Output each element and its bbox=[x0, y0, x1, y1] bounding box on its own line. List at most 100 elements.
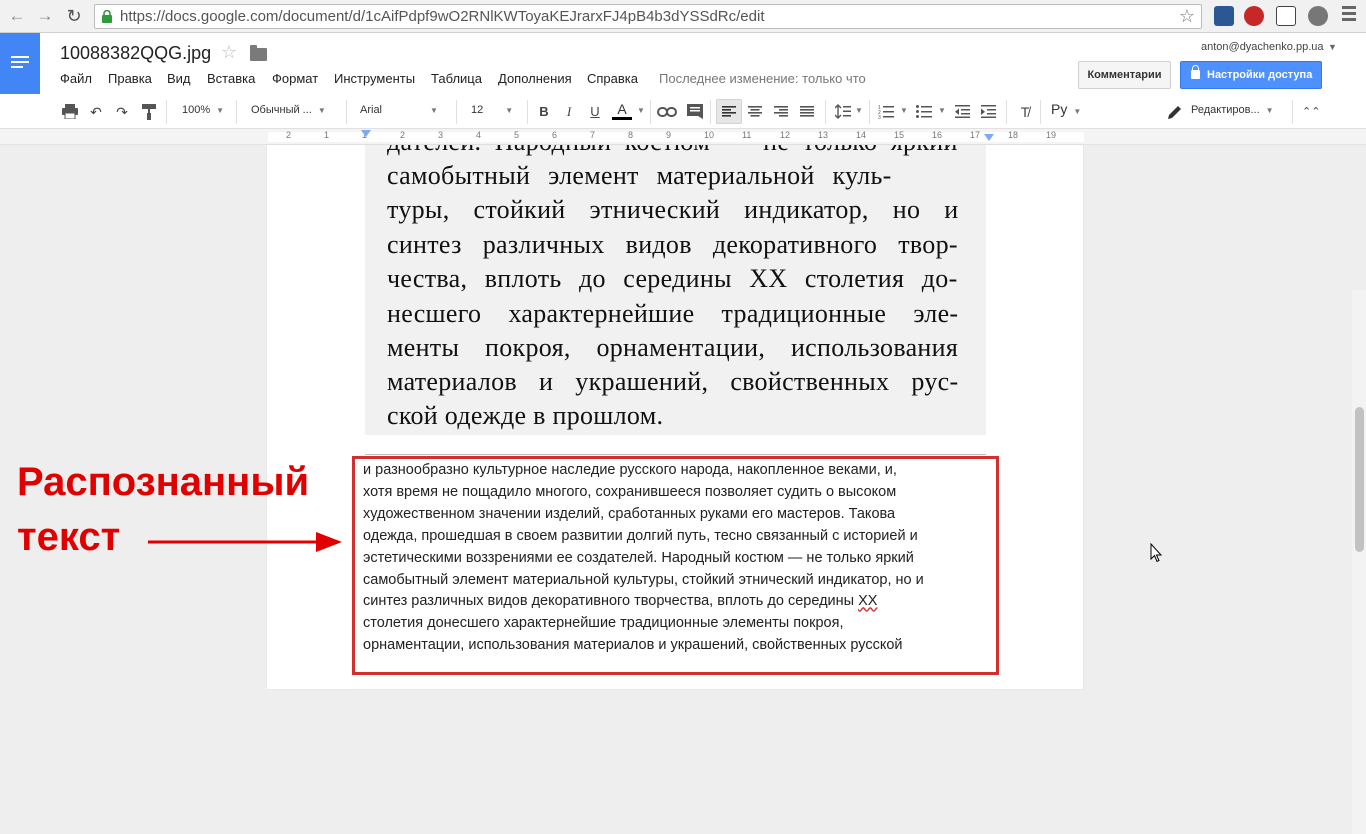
extension-notes-icon[interactable] bbox=[1276, 6, 1296, 26]
menu-addons[interactable]: Дополнения bbox=[498, 71, 572, 86]
ruler-number: 5 bbox=[514, 130, 520, 140]
menu-file[interactable]: Файл bbox=[60, 71, 92, 86]
ruler-number: 10 bbox=[704, 130, 715, 140]
style-select[interactable]: Обычный ... ▼ bbox=[251, 104, 326, 116]
reload-icon[interactable]: ↻ bbox=[63, 5, 85, 27]
scan-text-line: чества, вплоть до середины XX столетия д… bbox=[387, 264, 958, 293]
extension-translate-icon[interactable] bbox=[1214, 6, 1234, 26]
align-center-icon[interactable] bbox=[748, 106, 762, 117]
document-title[interactable]: 10088382QQG.jpg bbox=[60, 43, 211, 64]
ruler-number: 12 bbox=[780, 130, 791, 140]
chevron-down-icon[interactable]: ▼ bbox=[637, 106, 645, 115]
annotation-label: текст bbox=[17, 515, 121, 559]
extension-stop-icon[interactable] bbox=[1244, 6, 1264, 26]
chevron-down-icon[interactable]: ▼ bbox=[855, 106, 863, 115]
share-button[interactable]: Настройки доступа bbox=[1180, 61, 1322, 89]
text-color-button[interactable]: A bbox=[612, 102, 632, 120]
back-arrow-icon[interactable]: ← bbox=[6, 5, 28, 27]
font-size-select[interactable]: 12 ▼ bbox=[471, 104, 513, 116]
increase-indent-icon[interactable] bbox=[981, 105, 996, 118]
ruler-number: 16 bbox=[932, 130, 943, 140]
italic-button[interactable]: I bbox=[562, 102, 576, 122]
url-text: https://docs.google.com/document/d/1cAif… bbox=[120, 8, 765, 25]
browser-toolbar: ← → ↻ https://docs.google.com/document/d… bbox=[0, 0, 1366, 33]
decrease-indent-icon[interactable] bbox=[955, 105, 970, 118]
redo-icon[interactable]: ↷ bbox=[113, 102, 131, 122]
recognized-text-highlight bbox=[352, 456, 999, 675]
scrollbar[interactable] bbox=[1352, 290, 1366, 834]
comment-icon[interactable] bbox=[687, 104, 703, 119]
align-left-icon bbox=[722, 106, 736, 117]
menu-view[interactable]: Вид bbox=[167, 71, 191, 86]
undo-icon[interactable]: ↶ bbox=[87, 102, 105, 122]
ruler-number: 1 bbox=[324, 130, 330, 140]
scan-text-line: менты покроя, орнаментации, использовани… bbox=[387, 333, 959, 362]
underline-button[interactable]: U bbox=[588, 102, 602, 122]
line-spacing-icon[interactable] bbox=[835, 104, 851, 119]
scan-text-line: несшего характернейшие традиционные эле- bbox=[387, 299, 959, 328]
folder-icon[interactable] bbox=[250, 45, 267, 61]
forward-arrow-icon[interactable]: → bbox=[34, 5, 56, 27]
scan-text-line: туры, стойкий этнический индикатор, но и bbox=[387, 195, 959, 224]
extension-ad-icon[interactable] bbox=[1308, 6, 1328, 26]
left-indent-marker-icon[interactable] bbox=[361, 130, 371, 138]
svg-text:3: 3 bbox=[878, 115, 881, 119]
star-icon[interactable]: ☆ bbox=[1179, 6, 1195, 27]
menu-help[interactable]: Справка bbox=[587, 71, 638, 86]
link-icon[interactable] bbox=[657, 107, 677, 117]
comments-button[interactable]: Комментарии bbox=[1078, 61, 1171, 89]
ruler-number: 11 bbox=[742, 130, 752, 140]
docs-logo-icon[interactable] bbox=[0, 33, 40, 94]
justify-icon[interactable] bbox=[800, 106, 814, 117]
scan-text-line: материалов и украшений, свойственных рус… bbox=[387, 367, 959, 396]
font-select[interactable]: Arial ▼ bbox=[360, 104, 438, 116]
ruler-number: 15 bbox=[894, 130, 905, 140]
annotation-label: Распознанный bbox=[17, 460, 310, 504]
ruler-number: 3 bbox=[438, 130, 444, 140]
chevron-down-icon[interactable]: ▼ bbox=[1328, 42, 1337, 52]
scrollbar-thumb[interactable] bbox=[1355, 407, 1364, 552]
editing-mode-select[interactable]: Редактиров... ▼ bbox=[1191, 104, 1274, 116]
menu-edit[interactable]: Правка bbox=[108, 71, 152, 86]
lock-icon bbox=[102, 10, 112, 23]
ruler-number: 7 bbox=[590, 130, 596, 140]
menu-icon[interactable] bbox=[1342, 6, 1356, 24]
ruler-number: 2 bbox=[286, 130, 292, 140]
menu-table[interactable]: Таблица bbox=[431, 71, 482, 86]
ruler-number: 2 bbox=[400, 130, 406, 140]
chevron-down-icon[interactable]: ▼ bbox=[900, 106, 908, 115]
bold-button[interactable]: B bbox=[537, 102, 551, 122]
formatting-toolbar: ↶ ↷ 100% ▼ Обычный ... ▼ Arial ▼ 12 ▼ B I U … bbox=[0, 94, 1366, 129]
input-language-select[interactable]: Ру ▼ bbox=[1051, 101, 1081, 117]
menu-format[interactable]: Формат bbox=[272, 71, 318, 86]
ruler-number: 9 bbox=[666, 130, 672, 140]
share-button-label: Настройки доступа bbox=[1207, 69, 1313, 81]
paint-format-icon[interactable] bbox=[142, 104, 156, 120]
right-indent-marker-icon[interactable] bbox=[984, 134, 994, 142]
last-edit-status[interactable]: Последнее изменение: только что bbox=[659, 71, 866, 86]
scanned-image[interactable]: дателей. Народный костюм — не только ярк… bbox=[365, 145, 986, 435]
bulleted-list-icon[interactable] bbox=[916, 104, 932, 119]
numbered-list-icon[interactable]: 123 bbox=[878, 104, 894, 119]
lock-icon bbox=[1191, 65, 1200, 79]
account-email[interactable]: anton@dyachenko.pp.ua bbox=[1201, 41, 1323, 53]
arrow-icon bbox=[148, 532, 342, 552]
ruler-number: 4 bbox=[476, 130, 482, 140]
star-icon[interactable]: ☆ bbox=[221, 42, 237, 63]
collapse-toolbar-icon[interactable]: ⌃⌃ bbox=[1302, 102, 1320, 122]
pencil-icon[interactable] bbox=[1168, 105, 1182, 119]
menu-insert[interactable]: Вставка bbox=[207, 71, 255, 86]
clear-formatting-icon[interactable]: T̸ bbox=[1016, 102, 1034, 122]
address-bar[interactable]: https://docs.google.com/document/d/1cAif… bbox=[94, 4, 1202, 29]
zoom-select[interactable]: 100% ▼ bbox=[182, 104, 224, 116]
ruler-number: 13 bbox=[818, 130, 829, 140]
print-icon[interactable] bbox=[62, 104, 78, 119]
divider bbox=[365, 454, 986, 455]
scan-text-line: синтез различных видов декоративного тво… bbox=[387, 230, 958, 259]
scan-text-line: самобытный элемент материальной куль- bbox=[387, 161, 892, 190]
menu-tools[interactable]: Инструменты bbox=[334, 71, 415, 86]
mouse-cursor-icon bbox=[1150, 543, 1163, 563]
ruler-number: 17 bbox=[970, 130, 981, 140]
align-right-icon[interactable] bbox=[774, 106, 788, 117]
chevron-down-icon[interactable]: ▼ bbox=[938, 106, 946, 115]
